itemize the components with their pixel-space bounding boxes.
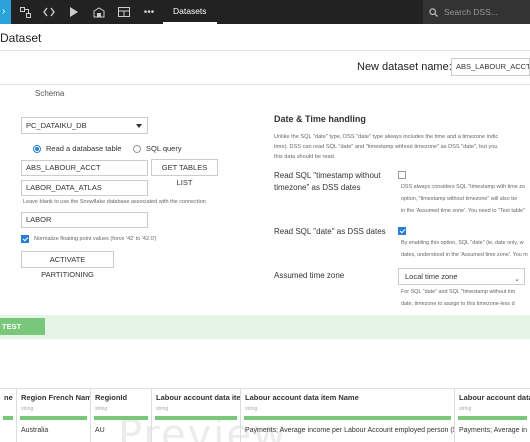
table-cell: Payments; Average income per Labour Acco…	[245, 427, 455, 434]
column-type: string	[21, 406, 34, 412]
table-cell: Payments; Average in	[459, 427, 527, 434]
top-navbar: › ••• Datasets	[0, 0, 530, 24]
read-timestamp-help: DSS always considers SQL "timestamp with…	[401, 184, 525, 214]
timezone-help: For SQL "date" and SQL "timestamp withou…	[401, 289, 516, 307]
table-name-input[interactable]: ABS_LABOUR_ACCT	[21, 160, 148, 176]
column-type: string	[459, 406, 472, 412]
column-header: Labour account data item Name	[245, 393, 359, 402]
search-input[interactable]	[444, 7, 524, 17]
mode-table-label: Read a database table	[46, 144, 122, 153]
nav-datasets[interactable]: Datasets	[163, 0, 217, 24]
read-date-checkbox[interactable]	[398, 227, 406, 235]
page-title: Dataset	[0, 31, 42, 45]
new-dataset-label: New dataset name:	[357, 61, 452, 73]
database-input[interactable]: LABOR_DATA_ATLAS	[21, 180, 148, 196]
column-type	[0, 406, 16, 414]
column-type: string	[245, 406, 258, 412]
divider	[0, 50, 530, 51]
database-hint: Leave blank to use the Snowflake databas…	[23, 199, 206, 205]
column-header: Labour account data i	[459, 393, 530, 402]
timezone-value: Local time zone	[405, 272, 458, 281]
read-timestamp-label: Read SQL "timestamp without timezone" as…	[274, 171, 381, 192]
chevron-down-icon: ⌄	[514, 276, 520, 283]
column-type: string	[95, 406, 108, 412]
code-icon[interactable]	[38, 0, 60, 24]
activate-partitioning-button[interactable]: ACTIVATE PARTITIONING	[21, 251, 114, 279]
test-again-button[interactable]: TEST AGAIN	[0, 318, 45, 348]
read-date-help: By enabling this option, SQL "date" (ie,…	[401, 240, 528, 258]
mode-table-radio[interactable]: Read a database table	[33, 144, 121, 153]
new-dataset-name-input[interactable]: ABS_LABOUR_ACCT	[451, 58, 530, 76]
connection-select[interactable]: PC_DATAIKU_DB	[21, 117, 148, 134]
column-header: Labour account data item	[156, 393, 241, 402]
mode-sql-label: SQL query	[146, 144, 182, 153]
column-type: string	[156, 406, 169, 412]
radio-icon	[133, 144, 141, 153]
table-column[interactable]: Labour account data i string Payments; A…	[455, 389, 530, 442]
test-result-bar	[0, 315, 530, 339]
dashboard-icon[interactable]	[113, 0, 135, 24]
read-timestamp-checkbox[interactable]	[398, 171, 406, 179]
more-icon[interactable]: •••	[138, 0, 160, 24]
column-header: ne	[4, 393, 13, 402]
datetime-section-title: Date & Time handling	[274, 114, 366, 124]
normalize-checkbox[interactable]	[21, 235, 29, 243]
home-logo-icon[interactable]: ›	[0, 0, 11, 24]
table-column[interactable]: ne	[0, 389, 17, 442]
run-icon[interactable]	[62, 0, 84, 24]
flow-icon[interactable]	[14, 0, 36, 24]
divider	[0, 84, 530, 85]
assumed-timezone-label: Assumed time zone	[274, 271, 345, 280]
table-column[interactable]: RegionId string AU	[91, 389, 152, 442]
connection-value: PC_DATAIKU_DB	[26, 121, 87, 130]
table-cell: AU	[95, 427, 105, 434]
column-header: RegionId	[95, 393, 128, 402]
table-column[interactable]: Labour account data item string	[152, 389, 241, 442]
tab-schema[interactable]: Schema	[35, 89, 64, 98]
table-column[interactable]: Region French Name string Australia	[17, 389, 91, 442]
table-cell: Australia	[21, 427, 49, 434]
schema-input[interactable]: LABOR	[21, 212, 148, 228]
table-cell	[0, 420, 16, 427]
read-date-label: Read SQL "date" as DSS dates	[274, 227, 386, 236]
datetime-description: Unlike the SQL "date" type, DSS "date" t…	[274, 134, 499, 160]
table-cell	[152, 420, 240, 427]
caret-down-icon	[136, 124, 142, 128]
search-icon	[429, 7, 438, 17]
normalize-label: Normalize floating point values (force '…	[34, 236, 157, 242]
table-column[interactable]: Labour account data item Name string Pay…	[241, 389, 455, 442]
bundle-icon[interactable]	[88, 0, 110, 24]
assumed-timezone-select[interactable]: Local time zone ⌄	[398, 268, 525, 285]
get-tables-list-button[interactable]: GET TABLES LIST	[151, 159, 218, 187]
search-box[interactable]	[423, 0, 530, 24]
radio-selected-icon	[33, 144, 41, 153]
column-header: Region French Name	[21, 393, 91, 402]
mode-sql-radio[interactable]: SQL query	[133, 144, 182, 153]
